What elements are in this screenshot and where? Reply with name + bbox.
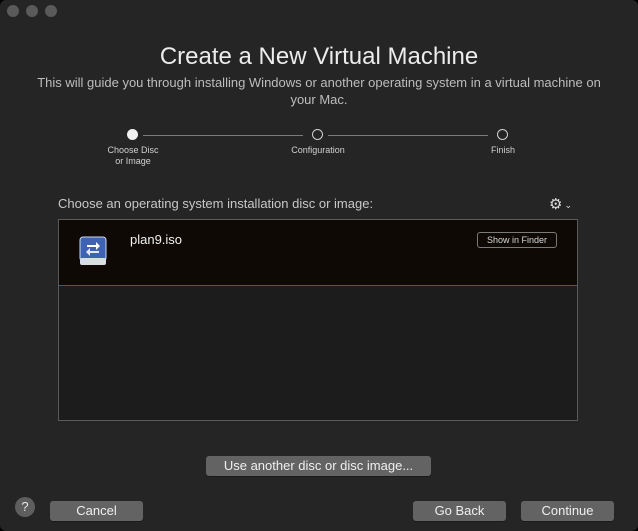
zoom-window-button[interactable] xyxy=(45,5,57,17)
step-indicator-choose-disc xyxy=(127,129,138,140)
step-label-finish: Finish xyxy=(490,145,515,155)
step-indicator-finish xyxy=(497,129,508,140)
step-label-configuration: Configuration xyxy=(291,145,345,155)
wizard-window: Create a New Virtual Machine This will g… xyxy=(0,0,638,531)
chevron-down-icon: ⌄ xyxy=(564,199,572,210)
gear-menu-button[interactable]: ⚙ ⌄ xyxy=(549,195,572,213)
use-another-disc-button[interactable]: Use another disc or disc image... xyxy=(206,456,431,476)
continue-button[interactable]: Continue xyxy=(521,501,614,521)
step-connector xyxy=(143,135,303,136)
list-item[interactable]: plan9.iso Show in Finder xyxy=(59,220,577,286)
disc-image-name: plan9.iso xyxy=(130,232,183,247)
window-controls xyxy=(7,5,57,17)
step-label-choose-disc: Choose Disc or Image xyxy=(107,145,159,166)
step-indicator-configuration xyxy=(312,129,323,140)
cancel-button[interactable]: Cancel xyxy=(50,501,143,521)
show-in-finder-button[interactable]: Show in Finder xyxy=(477,232,557,248)
gear-icon: ⚙ xyxy=(549,196,563,213)
help-button[interactable]: ? xyxy=(15,497,35,517)
disc-image-icon xyxy=(79,236,107,266)
page-subtitle: This will guide you through installing W… xyxy=(37,75,601,107)
chooser-label: Choose an operating system installation … xyxy=(58,196,374,211)
progress-steps: Choose Disc or Image Configuration Finis… xyxy=(0,128,638,178)
close-window-button[interactable] xyxy=(7,5,19,17)
disc-image-list[interactable]: plan9.iso Show in Finder xyxy=(58,219,578,421)
page-title: Create a New Virtual Machine xyxy=(159,43,479,70)
step-connector xyxy=(328,135,488,136)
minimize-window-button[interactable] xyxy=(26,5,38,17)
go-back-button[interactable]: Go Back xyxy=(413,501,506,521)
